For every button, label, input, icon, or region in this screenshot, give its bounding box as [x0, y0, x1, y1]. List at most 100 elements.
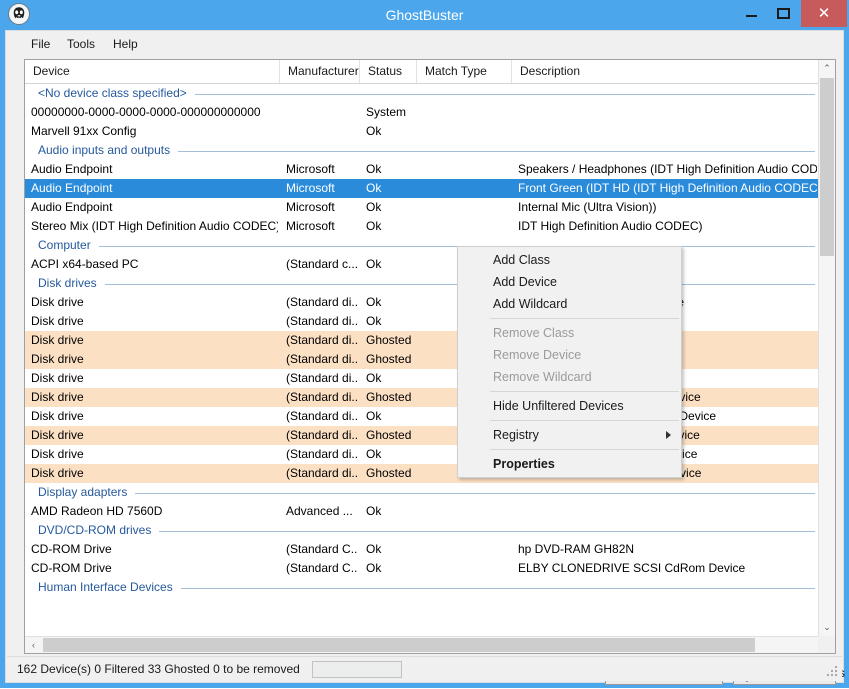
table-row[interactable]: Audio Endpoint Microsoft Ok Speakers / Head…	[25, 160, 819, 179]
table-row[interactable]: AMD Radeon HD 7560D Advanced ... Ok	[25, 502, 819, 521]
cell-manufacturer: Microsoft	[286, 219, 335, 233]
close-icon: ✕	[817, 5, 831, 22]
cell-device: CD-ROM Drive	[31, 542, 112, 556]
cell-manufacturer: (Standard di...	[286, 314, 358, 328]
vertical-scrollbar[interactable]: ⌃ ⌄	[818, 60, 835, 636]
horizontal-scrollbar[interactable]: ‹ ›	[25, 636, 835, 653]
submenu-arrow-icon	[666, 431, 671, 439]
table-row[interactable]: Audio Endpoint Microsoft Ok Front Green (ID…	[25, 179, 819, 198]
cell-match	[423, 198, 510, 217]
context-menu-item-add-class[interactable]: Add Class	[458, 249, 681, 271]
table-row[interactable]: ACPI x64-based PC (Standard c... Ok	[25, 255, 819, 274]
context-menu-item-label: Registry	[493, 428, 539, 442]
cell-device: Audio Endpoint	[31, 181, 113, 195]
cell-manufacturer: Microsoft	[286, 200, 335, 214]
context-menu-item-remove-device: Remove Device	[458, 344, 681, 366]
context-menu-item-registry[interactable]: Registry	[458, 424, 681, 446]
column-header-manufacturer[interactable]: Manufacturer	[280, 60, 360, 83]
table-row[interactable]: Disk drive(Standard di...GhostedGeneric …	[25, 350, 819, 369]
client-area: File Tools Help Device Manufacturer Status…	[5, 30, 845, 685]
cell-manufacturer: (Standard di...	[286, 447, 358, 461]
column-header-device[interactable]: Device	[25, 60, 280, 83]
minimize-button[interactable]	[736, 0, 767, 27]
list-header: Device Manufacturer Status Match Type Descri…	[25, 60, 819, 84]
table-row[interactable]: CD-ROM Drive (Standard C... Ok hp DVD-RAM G…	[25, 540, 819, 559]
cell-status: Ghosted	[366, 390, 412, 404]
cell-match	[423, 559, 510, 578]
status-progress-bar	[312, 661, 402, 678]
cell-manufacturer: (Standard di...	[286, 295, 358, 309]
menu-file[interactable]: File	[25, 35, 56, 53]
table-row[interactable]: Disk drive(Standard di...OkGeneric- Comp…	[25, 407, 819, 426]
cell-status: Ok	[366, 295, 382, 309]
maximize-button[interactable]	[768, 0, 799, 27]
scroll-down-icon[interactable]: ⌄	[819, 619, 835, 636]
context-menu-item-hide-unfiltered-devices[interactable]: Hide Unfiltered Devices	[458, 395, 681, 417]
vertical-scroll-thumb[interactable]	[820, 78, 834, 256]
group-title: <No device class specified>	[38, 84, 193, 103]
title-bar: GhostBuster ✕	[0, 0, 849, 30]
cell-match	[423, 502, 510, 521]
cell-status: Ghosted	[366, 428, 412, 442]
table-row[interactable]: Audio Endpoint Microsoft Ok Internal Mic (U…	[25, 198, 819, 217]
cell-description: Front Green (IDT HD (IDT High Definition…	[518, 181, 817, 195]
column-header-match-type[interactable]: Match Type	[417, 60, 512, 83]
cell-status: Ok	[366, 219, 382, 233]
context-menu[interactable]: Add Class Add Device Add Wildcard Remove Cl…	[457, 246, 682, 478]
column-header-description[interactable]: Description	[512, 60, 819, 83]
table-row[interactable]: Disk drive(Standard di...GhostedGeneric …	[25, 388, 819, 407]
cell-device: Audio Endpoint	[31, 200, 113, 214]
table-row[interactable]: Stereo Mix (IDT High Definition Audio CO…	[25, 217, 819, 236]
table-row[interactable]: Disk drive(Standard di...GhostedGeneric …	[25, 331, 819, 350]
cell-device: Disk drive	[31, 447, 84, 461]
context-menu-item-add-device[interactable]: Add Device	[458, 271, 681, 293]
horizontal-scroll-thumb[interactable]	[43, 638, 755, 652]
cell-status: Ghosted	[366, 466, 412, 480]
cell-manufacturer	[286, 103, 358, 122]
cell-manufacturer	[286, 122, 358, 141]
menu-separator	[490, 318, 679, 319]
cell-manufacturer: (Standard di...	[286, 390, 358, 404]
cell-description	[518, 122, 817, 141]
close-button[interactable]: ✕	[801, 0, 847, 27]
table-row[interactable]: Disk drive(Standard di...OkGeneric- MS/M…	[25, 445, 819, 464]
cell-device: Disk drive	[31, 428, 84, 442]
table-row[interactable]: CD-ROM Drive (Standard C... Ok ELBY CLONEDR…	[25, 559, 819, 578]
table-row[interactable]: Disk drive(Standard di...OkGeneric- SD/M…	[25, 369, 819, 388]
group-header-row: <No device class specified>	[25, 84, 819, 103]
group-divider	[194, 94, 815, 95]
menu-tools[interactable]: Tools	[61, 35, 101, 53]
table-row[interactable]: Disk drive(Standard di...GhostedSanDisk …	[25, 464, 819, 483]
table-row[interactable]: Disk drive(Standard di...OkGeneric- SD/M…	[25, 293, 819, 312]
cell-match	[423, 540, 510, 559]
group-header-row: Computer	[25, 236, 819, 255]
menu-help[interactable]: Help	[107, 35, 144, 53]
column-header-status[interactable]: Status	[360, 60, 417, 83]
context-menu-item-add-wildcard[interactable]: Add Wildcard	[458, 293, 681, 315]
resize-grip-icon[interactable]	[827, 666, 839, 678]
cell-match	[423, 103, 510, 122]
cell-manufacturer: (Standard di...	[286, 428, 358, 442]
table-row[interactable]: Disk drive(Standard di...GhostedIC25N080…	[25, 426, 819, 445]
cell-device: Disk drive	[31, 390, 84, 404]
cell-manufacturer: Advanced ...	[286, 504, 353, 518]
cell-manufacturer: (Standard di...	[286, 333, 358, 347]
context-menu-item-remove-wildcard: Remove Wildcard	[458, 366, 681, 388]
list-body[interactable]: <No device class specified> 00000000-0000…	[25, 84, 819, 636]
minimize-icon	[746, 15, 757, 17]
table-row[interactable]: Disk drive(Standard di...OkGeneric- SM/x…	[25, 312, 819, 331]
cell-status: Ok	[366, 371, 382, 385]
menu-separator	[490, 391, 679, 392]
scroll-up-icon[interactable]: ⌃	[819, 60, 835, 77]
menu-separator	[490, 449, 679, 450]
device-list-view[interactable]: Device Manufacturer Status Match Type Descri…	[24, 59, 836, 654]
context-menu-item-remove-class: Remove Class	[458, 322, 681, 344]
table-row[interactable]: 00000000-0000-0000-0000-000000000000 Syst…	[25, 103, 819, 122]
scroll-left-icon[interactable]: ‹	[25, 637, 42, 653]
group-title: Human Interface Devices	[38, 578, 179, 597]
context-menu-item-properties[interactable]: Properties	[458, 453, 681, 475]
maximize-icon	[777, 8, 790, 19]
cell-manufacturer: (Standard di...	[286, 466, 358, 480]
context-menu-item-label: Add Class	[493, 253, 550, 267]
table-row[interactable]: Marvell 91xx Config Ok	[25, 122, 819, 141]
